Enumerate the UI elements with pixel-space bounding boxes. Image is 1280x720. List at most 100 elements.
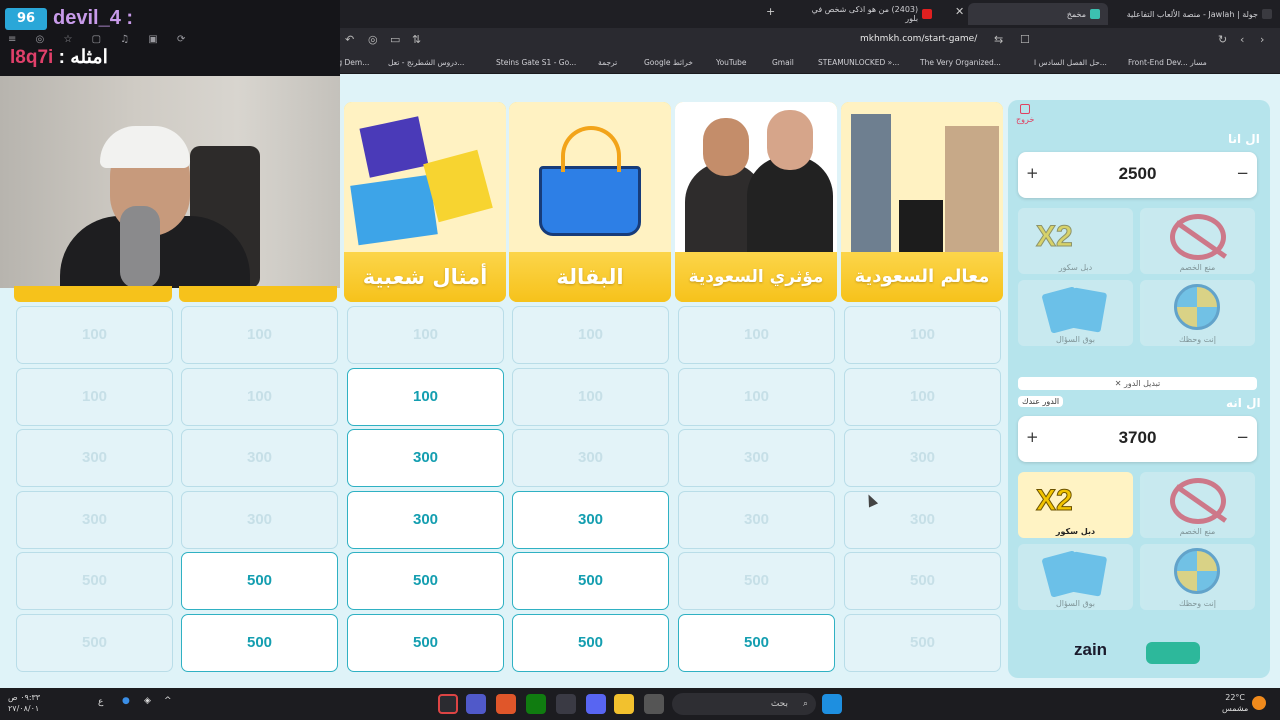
webcam-cap: [100, 126, 190, 168]
team2-help-steal[interactable]: بوق السؤال: [1018, 544, 1133, 610]
teams-icon[interactable]: [466, 694, 486, 714]
question-tile[interactable]: 500: [347, 614, 504, 672]
search-placeholder: بحث: [770, 699, 788, 709]
discord-icon[interactable]: [586, 694, 606, 714]
bookmark-item[interactable]: STEAMUNLOCKED »...: [818, 58, 899, 67]
new-tab-icon[interactable]: +: [766, 5, 775, 18]
mkhmkh-tab-icon: [1090, 9, 1100, 19]
team1-helps: X2 دبل سكور منع الخصم بوق السؤال إنت وحظ…: [1018, 208, 1257, 348]
translate-icon[interactable]: ⇅: [412, 33, 421, 46]
stream-chat-overlay: 96 devil_4 : ≡ ◎ ☆ ▢ ♫ ▣ ⟳ l8q7i : امثله: [0, 0, 340, 76]
wallet-icon[interactable]: ▭: [390, 33, 400, 46]
question-tile: 100: [16, 306, 173, 364]
notification-icon[interactable]: [1252, 696, 1266, 710]
bookmark-item[interactable]: YouTube: [716, 58, 747, 67]
exit-button[interactable]: خروج: [1016, 104, 1034, 124]
team2-score-control: + 3700 −: [1018, 416, 1257, 462]
taskbar-search[interactable]: بحث ⌕: [672, 693, 816, 715]
exit-label: خروج: [1016, 115, 1035, 124]
team2-help-luck[interactable]: إنت وحظك: [1140, 544, 1255, 610]
help-label: دبل سكور: [1058, 263, 1093, 272]
question-tile[interactable]: 500: [512, 552, 669, 610]
team2-help-double[interactable]: X2 دبل سكور: [1018, 472, 1133, 538]
app-icon[interactable]: [644, 694, 664, 714]
vpn-icon[interactable]: ◎: [368, 33, 378, 46]
question-tile[interactable]: 500: [512, 614, 669, 672]
question-tile: 100: [181, 368, 338, 426]
xbox-icon[interactable]: [526, 694, 546, 714]
question-tile: 500: [844, 552, 1001, 610]
category-influencers-image: [675, 102, 837, 252]
team1-help-block[interactable]: منع الخصم: [1140, 208, 1255, 274]
store-icon[interactable]: [556, 694, 576, 714]
team1-minus-button[interactable]: −: [1236, 164, 1249, 182]
site-settings-icon[interactable]: ⇆: [994, 33, 1003, 46]
bookmark-item[interactable]: Front-End Dev... مسار: [1128, 58, 1207, 67]
close-tab-icon[interactable]: ✕: [955, 5, 964, 18]
wheel-icon: [1174, 548, 1220, 594]
bookmark-item[interactable]: Gmail: [772, 58, 794, 67]
bookmark-icon[interactable]: ☐: [1020, 33, 1030, 46]
category-grocery: البقالة: [509, 102, 671, 302]
question-tile[interactable]: 500: [347, 552, 504, 610]
tab-jawlah[interactable]: جولة | Jawlah - منصة الألعاب التفاعلية: [1110, 3, 1280, 25]
obs-icon[interactable]: [438, 694, 458, 714]
question-tile[interactable]: 500: [181, 552, 338, 610]
question-tile[interactable]: 300: [347, 429, 504, 487]
bookmark-item[interactable]: Google خرائط: [644, 58, 693, 67]
windows-taskbar: ٠٩:٣٣ ص ٢٧/٠٨/٠١ ع ● ◈ ^ بحث ⌕ 22°C مشمس: [0, 688, 1280, 720]
bookmark-item[interactable]: دروس الشطرنج - تعل...: [388, 58, 464, 67]
bookmark-item[interactable]: The Very Organized...: [920, 58, 1001, 67]
team2-minus-button[interactable]: −: [1236, 428, 1249, 446]
team2-helps: X2 دبل سكور منع الخصم بوق السؤال إنت وحظ…: [1018, 472, 1257, 612]
category-grocery-image: [509, 102, 671, 252]
url-text[interactable]: mkhmkh.com/start-game/: [860, 34, 977, 44]
category-title: أمثال شعبية: [344, 252, 506, 302]
team1-help-luck[interactable]: إنت وحظك: [1140, 280, 1255, 346]
clock[interactable]: ٠٩:٣٣ ص ٢٧/٠٨/٠١: [8, 692, 40, 714]
weather-temp: 22°C: [1225, 693, 1245, 702]
question-tile[interactable]: 300: [512, 491, 669, 549]
question-tile: 300: [16, 491, 173, 549]
question-tile[interactable]: 500: [181, 614, 338, 672]
cards-icon: [1040, 550, 1110, 598]
category-influencers: مؤثري السعودية: [675, 102, 837, 302]
x2-icon: X2: [1036, 220, 1074, 254]
network-icon[interactable]: ◈: [144, 696, 151, 706]
tab-mkhmkh[interactable]: مخمخ: [968, 3, 1108, 25]
extension-icon[interactable]: ↶: [345, 33, 354, 46]
brave-icon[interactable]: [496, 694, 516, 714]
question-tile: 100: [844, 368, 1001, 426]
zain-logo: zain: [1074, 640, 1108, 659]
question-tile: 100: [512, 368, 669, 426]
file-explorer-icon[interactable]: [614, 694, 634, 714]
no-entry-icon: [1170, 214, 1226, 260]
no-entry-icon: [1170, 478, 1226, 524]
clock-time: ٠٩:٣٣ ص: [8, 693, 41, 702]
forward-icon[interactable]: ›: [1260, 33, 1264, 46]
windows-start-icon[interactable]: [822, 694, 842, 714]
team1-help-steal[interactable]: بوق السؤال: [1018, 280, 1133, 346]
team2-name: ال انه: [1226, 396, 1261, 410]
bookmark-item[interactable]: حل الفصل السادس ا...: [1034, 58, 1107, 67]
question-tile: 300: [678, 429, 835, 487]
input-language[interactable]: ع: [98, 697, 103, 707]
question-tile[interactable]: 500: [678, 614, 835, 672]
bookmark-item[interactable]: ترجمة: [598, 58, 617, 67]
tab-youtube[interactable]: (2403) من هو اذكى شخص في بلور: [790, 3, 940, 25]
swap-turn-button[interactable]: ✕ تبديل الدور: [1018, 377, 1257, 390]
question-tile[interactable]: 100: [347, 368, 504, 426]
question-tile: 300: [181, 429, 338, 487]
team2-help-block[interactable]: منع الخصم: [1140, 472, 1255, 538]
back-icon[interactable]: ‹: [1240, 33, 1244, 46]
tray-chevron-icon[interactable]: ^: [164, 696, 172, 706]
stream-logo: 96: [5, 8, 47, 30]
question-tile: 100: [512, 306, 669, 364]
question-tile[interactable]: 300: [347, 491, 504, 549]
team1-help-double[interactable]: X2 دبل سكور: [1018, 208, 1133, 274]
bookmark-item[interactable]: Steins Gate S1 - Go...: [496, 58, 576, 67]
reload-icon[interactable]: ↻: [1218, 33, 1227, 46]
weather-widget[interactable]: 22°C مشمس: [1222, 692, 1248, 714]
exit-icon: [1020, 104, 1031, 114]
mic-icon[interactable]: ●: [122, 696, 130, 706]
